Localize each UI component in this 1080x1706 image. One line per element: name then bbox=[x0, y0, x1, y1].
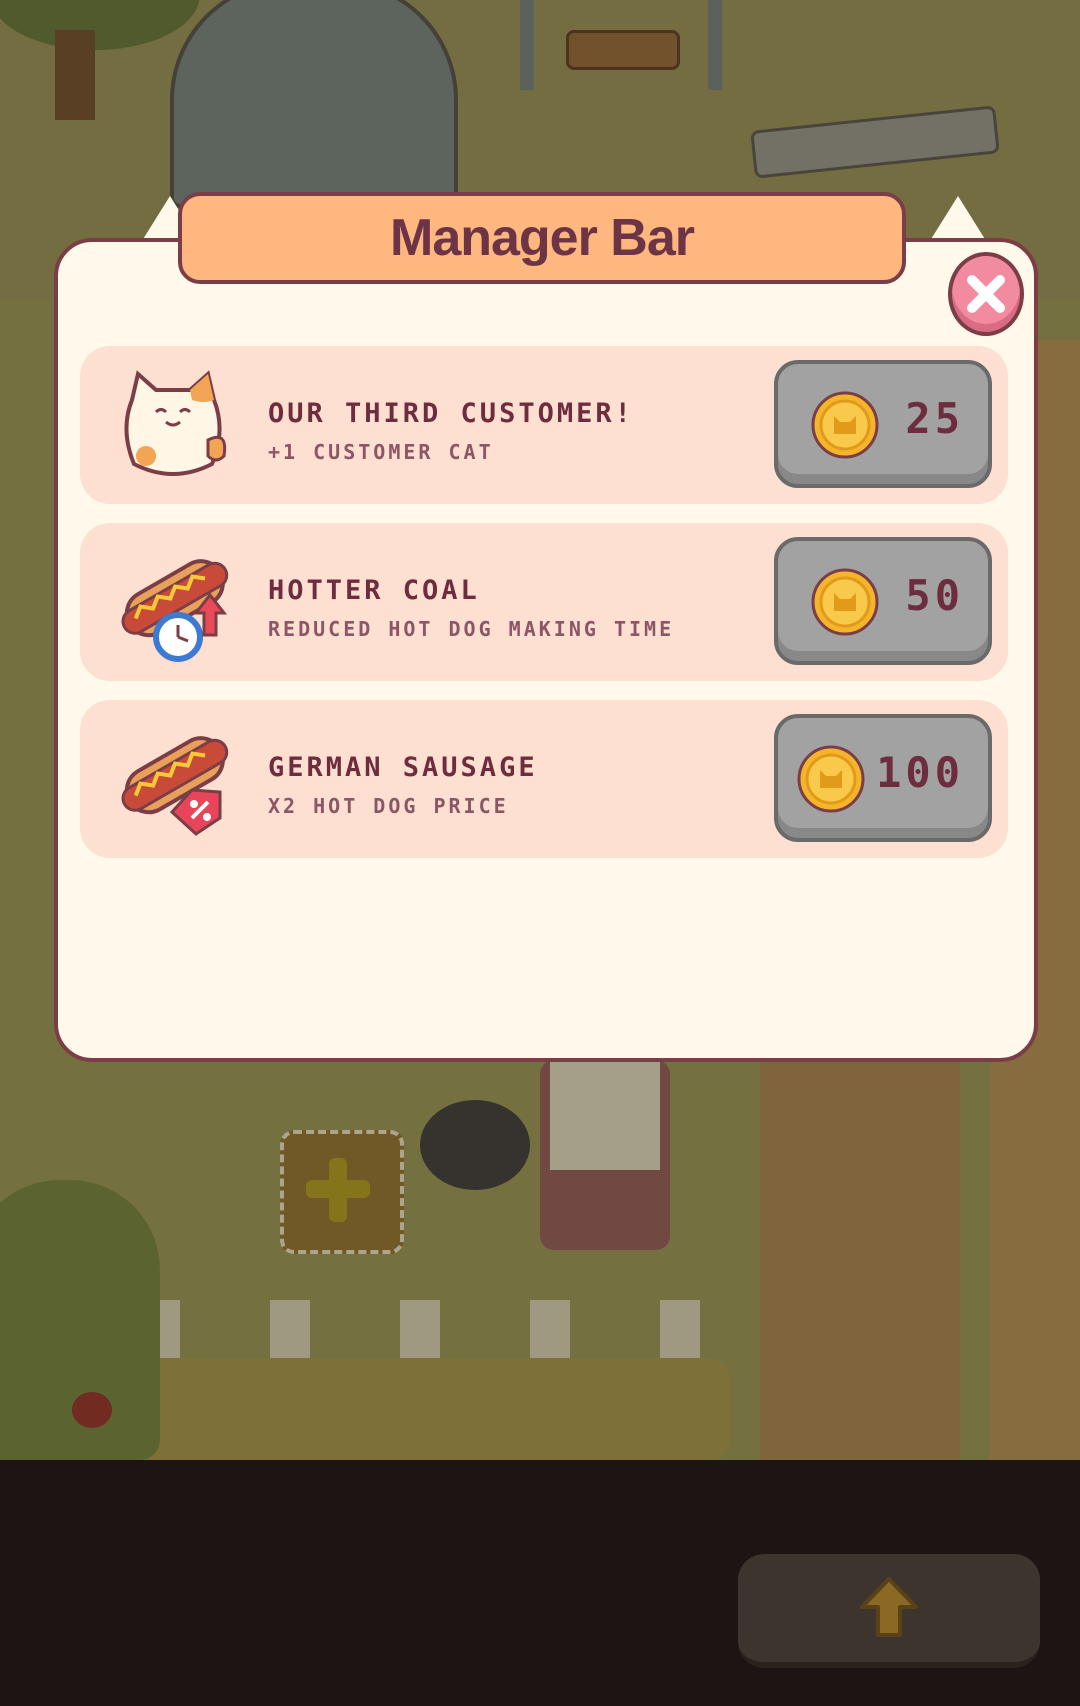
cat-coin-icon bbox=[797, 745, 865, 813]
upgrade-title: Hotter coal bbox=[268, 575, 480, 606]
close-button[interactable] bbox=[948, 252, 1024, 336]
buy-button[interactable]: 50 bbox=[774, 537, 992, 665]
upgrade-row: German sausage x2 hot dog price 100 bbox=[80, 700, 1008, 858]
price-label: 50 bbox=[905, 571, 964, 620]
hotdog-timer-icon bbox=[121, 559, 229, 662]
buy-button[interactable]: 100 bbox=[774, 714, 992, 842]
cat-coin-icon bbox=[811, 391, 879, 459]
hotdog-discount-icon bbox=[121, 736, 229, 836]
cat-coin-icon bbox=[811, 568, 879, 636]
upgrade-arrow-button[interactable] bbox=[738, 1554, 1040, 1668]
title-banner: Manager Bar bbox=[178, 192, 906, 284]
upgrade-description: x2 hot dog price bbox=[268, 794, 509, 818]
upgrade-description: +1 customer cat bbox=[268, 440, 494, 464]
buy-button[interactable]: 25 bbox=[774, 360, 992, 488]
cat-icon bbox=[124, 370, 227, 476]
dialog-title: Manager Bar bbox=[390, 209, 695, 267]
upgrade-title: Our third customer! bbox=[268, 398, 634, 429]
price-label: 25 bbox=[905, 394, 964, 443]
price-label: 100 bbox=[876, 748, 964, 797]
upgrade-description: Reduced hot dog making time bbox=[268, 617, 675, 641]
close-x-icon bbox=[967, 275, 1005, 313]
upgrade-row: Our third customer! +1 customer cat 25 bbox=[80, 346, 1008, 504]
upgrade-title: German sausage bbox=[268, 752, 538, 783]
upgrade-row: Hotter coal Reduced hot dog making time … bbox=[80, 523, 1008, 681]
up-arrow-icon bbox=[860, 1577, 918, 1637]
